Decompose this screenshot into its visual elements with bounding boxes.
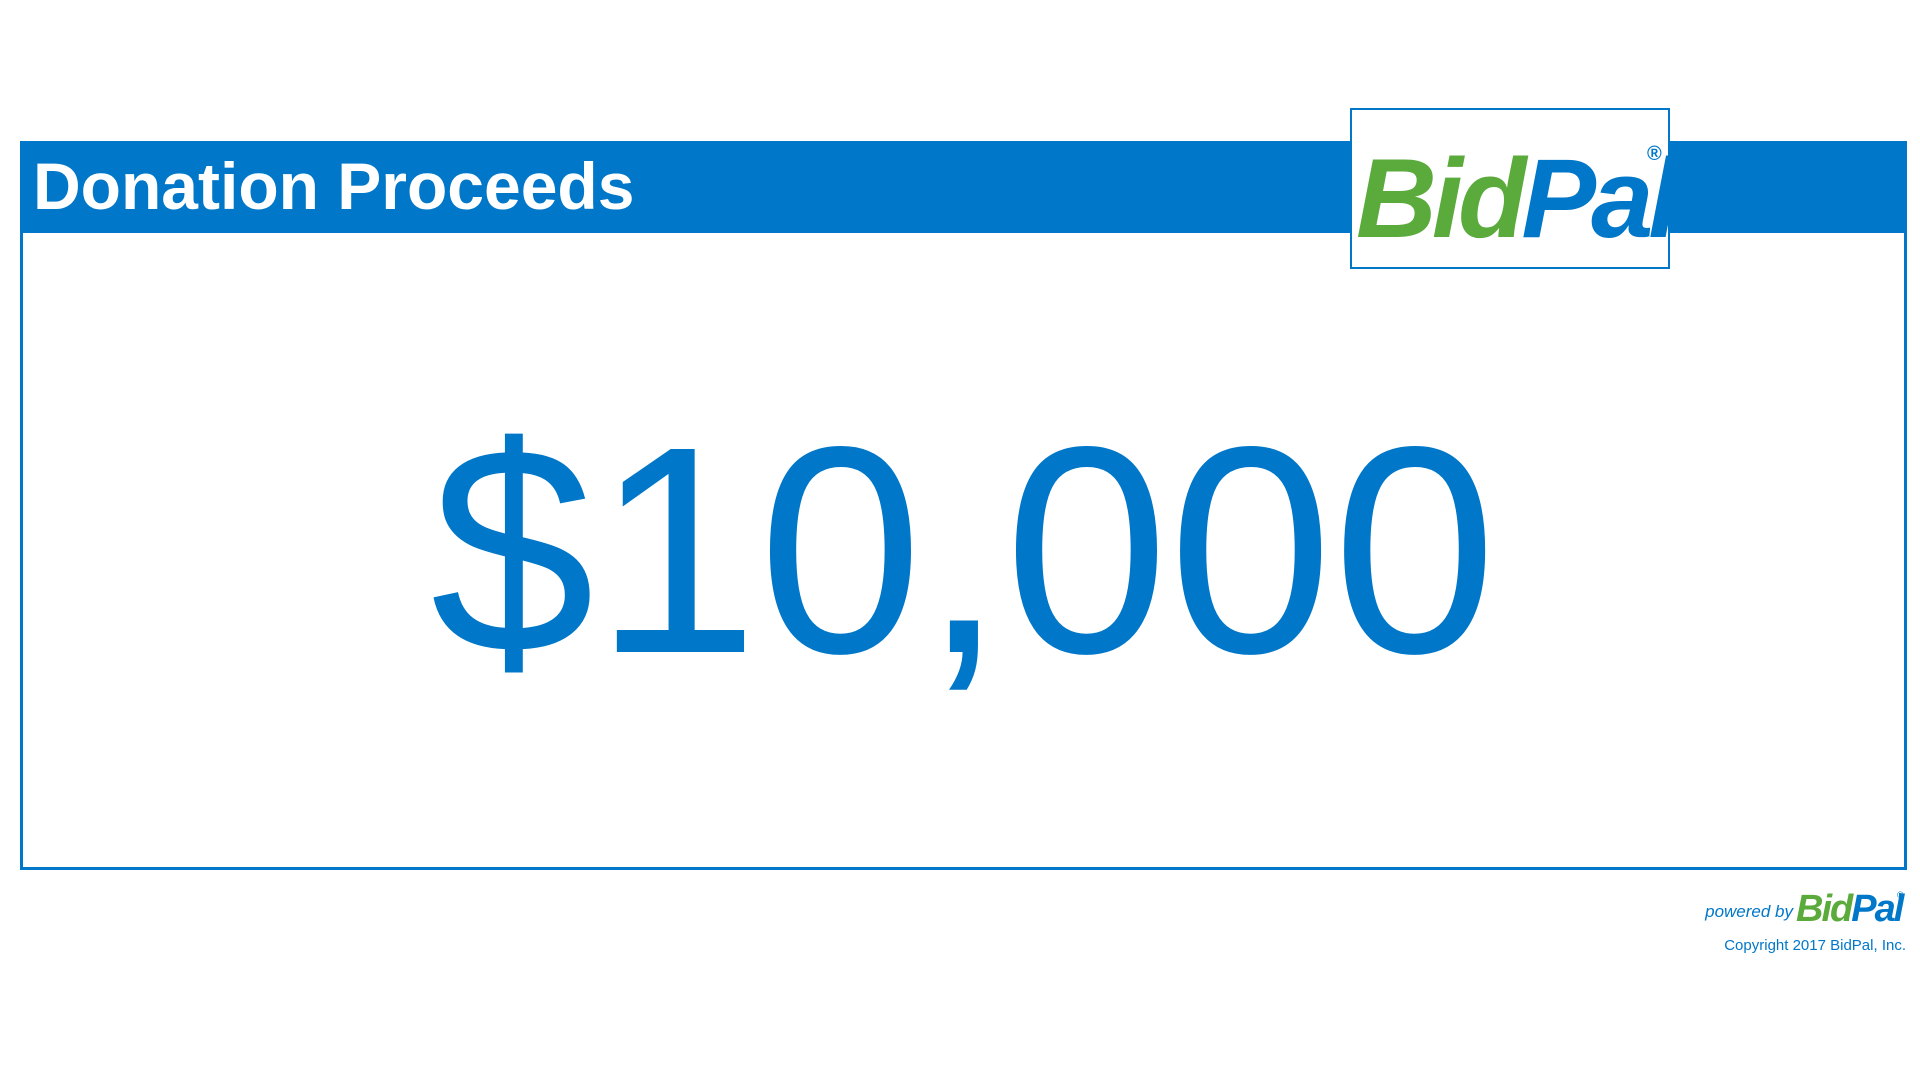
svg-text:BidPal: BidPal xyxy=(1356,136,1668,261)
footer-bidpal-logo: BidPal ® xyxy=(1796,888,1907,929)
bidpal-logo: BidPal ® xyxy=(1350,108,1670,269)
svg-text:BidPal: BidPal xyxy=(1796,888,1906,929)
donation-amount: $10,000 xyxy=(430,385,1497,715)
bidpal-logo-graphic: BidPal ® xyxy=(1356,136,1668,261)
powered-by-text: powered by xyxy=(1705,902,1793,921)
footer-registered-mark: ® xyxy=(1897,890,1904,900)
registered-mark: ® xyxy=(1647,143,1662,165)
powered-by: powered by BidPal ® xyxy=(1705,885,1907,929)
logo-text-pal: Pal xyxy=(1521,136,1668,261)
logo-text-bid: Bid xyxy=(1356,136,1529,261)
footer-logo-bid: Bid xyxy=(1796,888,1854,929)
copyright-text: Copyright 2017 BidPal, Inc. xyxy=(1724,937,1906,954)
page-title: Donation Proceeds xyxy=(33,149,635,223)
